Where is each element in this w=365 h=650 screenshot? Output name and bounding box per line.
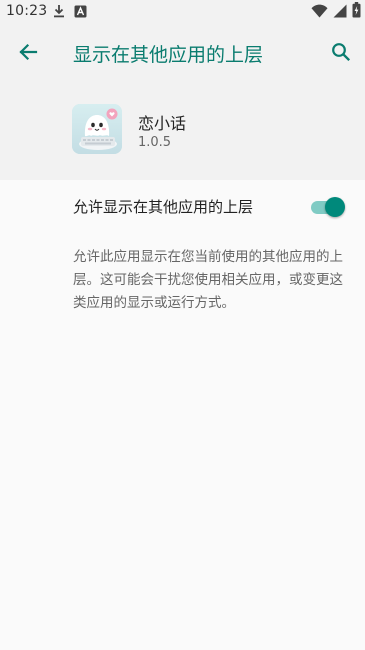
- app-icon: [72, 104, 122, 154]
- status-notification-icons: [53, 4, 87, 20]
- overlay-permission-toggle-row[interactable]: 允许显示在其他应用的上层: [0, 185, 365, 229]
- signal-icon: [333, 3, 347, 22]
- notification-a-icon: [74, 3, 87, 22]
- search-icon: [332, 43, 351, 62]
- toggle-label: 允许显示在其他应用的上层: [73, 198, 254, 216]
- switch-thumb: [325, 197, 345, 217]
- back-button[interactable]: [14, 38, 42, 66]
- overlay-permission-switch[interactable]: [310, 196, 346, 218]
- app-info-header: 恋小话 1.0.5: [72, 104, 352, 156]
- status-system-icons: [311, 2, 361, 22]
- download-icon: [53, 3, 65, 22]
- app-bar: 显示在其他应用的上层: [0, 24, 365, 80]
- status-bar: 10:23: [0, 0, 365, 24]
- search-button[interactable]: [327, 38, 355, 66]
- app-name: 恋小话: [138, 114, 187, 133]
- permission-description: 允许此应用显示在您当前使用的其他应用的上层。这可能会干扰您使用相关应用，或变更这…: [73, 249, 343, 311]
- page-title: 显示在其他应用的上层: [73, 44, 264, 66]
- back-arrow-icon: [19, 43, 38, 61]
- wifi-icon: [311, 3, 328, 22]
- app-version: 1.0.5: [138, 135, 172, 150]
- battery-charging-icon: [352, 2, 361, 22]
- status-time: 10:23: [6, 3, 48, 19]
